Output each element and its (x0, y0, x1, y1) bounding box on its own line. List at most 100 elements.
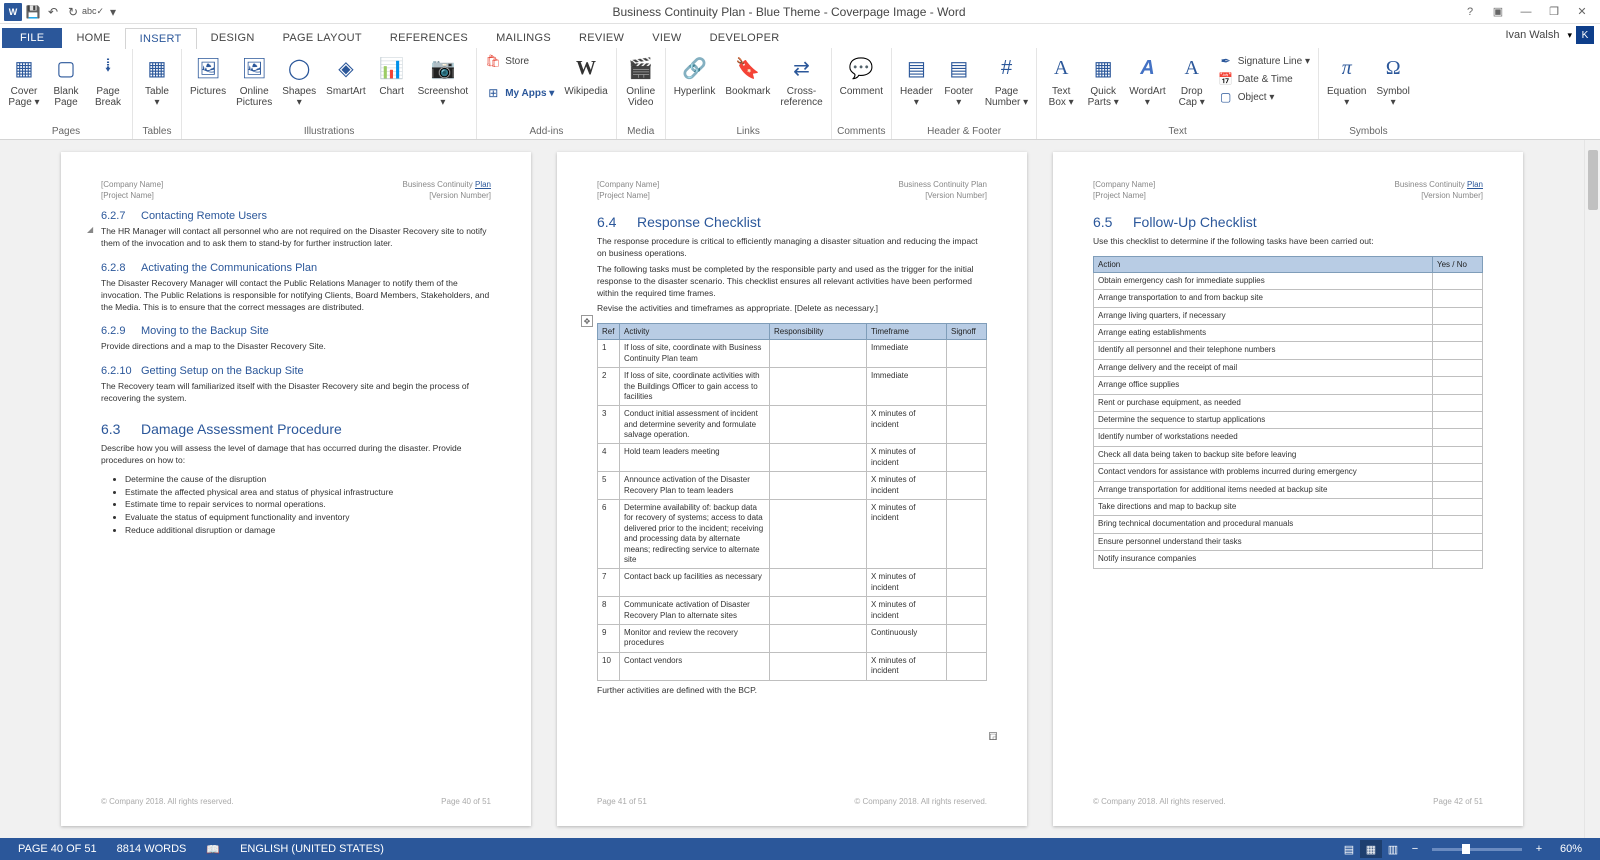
table-cell[interactable]: Hold team leaders meeting (620, 444, 770, 472)
table-cell[interactable] (947, 472, 987, 500)
comment-button[interactable]: 💬Comment (836, 50, 887, 99)
followup-checklist-table[interactable]: ActionYes / NoObtain emergency cash for … (1093, 256, 1483, 569)
zoom-in-button[interactable]: + (1528, 840, 1550, 858)
table-cell[interactable]: X minutes of incident (867, 472, 947, 500)
redo-icon[interactable]: ↻ (64, 3, 82, 21)
word-count[interactable]: 8814 WORDS (107, 843, 197, 855)
table-cell[interactable] (770, 624, 867, 652)
date-time-button[interactable]: 📅Date & Time (1214, 70, 1314, 88)
collapse-icon[interactable]: ◢ (87, 225, 93, 234)
table-cell[interactable]: Arrange delivery and the receipt of mail (1094, 359, 1433, 376)
word-icon[interactable]: W (4, 3, 22, 21)
table-cell[interactable]: Monitor and review the recovery procedur… (620, 624, 770, 652)
table-cell[interactable]: X minutes of incident (867, 406, 947, 444)
table-cell[interactable]: Conduct initial assessment of incident a… (620, 406, 770, 444)
page-break-button[interactable]: ⭭Page Break (88, 50, 128, 110)
table-cell[interactable] (947, 597, 987, 625)
table-cell[interactable] (1433, 481, 1483, 498)
table-cell[interactable]: Arrange living quarters, if necessary (1094, 307, 1433, 324)
object-button[interactable]: ▢Object ▾ (1214, 88, 1314, 106)
table-cell[interactable] (1433, 516, 1483, 533)
tab-view[interactable]: VIEW (638, 28, 695, 48)
blank-page-button[interactable]: ▢Blank Page (46, 50, 86, 110)
table-cell[interactable] (1433, 394, 1483, 411)
page-indicator[interactable]: PAGE 40 OF 51 (8, 843, 107, 855)
table-cell[interactable]: Immediate (867, 368, 947, 406)
page-number-button[interactable]: #Page Number ▾ (981, 50, 1032, 110)
table-cell[interactable] (1433, 464, 1483, 481)
page-40[interactable]: [Company Name]Business Continuity Plan [… (61, 152, 531, 826)
table-cell[interactable]: Identify number of workstations needed (1094, 429, 1433, 446)
table-cell[interactable]: X minutes of incident (867, 597, 947, 625)
print-layout-icon[interactable]: ▦ (1360, 840, 1382, 858)
table-move-handle[interactable]: ✥ (581, 315, 593, 327)
text-box-button[interactable]: AText Box ▾ (1041, 50, 1081, 110)
table-cell[interactable]: 9 (598, 624, 620, 652)
wordart-button[interactable]: AWordArt ▾ (1125, 50, 1170, 110)
minimize-icon[interactable]: — (1516, 4, 1536, 20)
table-cell[interactable]: Continuously (867, 624, 947, 652)
tab-mailings[interactable]: MAILINGS (482, 28, 565, 48)
online-pictures-button[interactable]: 🖼Online Pictures (232, 50, 276, 110)
table-cell[interactable]: Rent or purchase equipment, as needed (1094, 394, 1433, 411)
tab-home[interactable]: HOME (62, 28, 124, 48)
shapes-button[interactable]: ◯Shapes ▾ (278, 50, 320, 110)
table-cell[interactable]: X minutes of incident (867, 569, 947, 597)
table-cell[interactable] (1433, 272, 1483, 289)
table-cell[interactable] (770, 340, 867, 368)
table-cell[interactable]: 4 (598, 444, 620, 472)
table-cell[interactable]: 8 (598, 597, 620, 625)
table-cell[interactable] (947, 368, 987, 406)
table-cell[interactable] (1433, 551, 1483, 568)
table-cell[interactable]: 3 (598, 406, 620, 444)
tab-developer[interactable]: DEVELOPER (696, 28, 794, 48)
table-cell[interactable] (770, 406, 867, 444)
page-42[interactable]: [Company Name]Business Continuity Plan [… (1053, 152, 1523, 826)
table-cell[interactable] (947, 444, 987, 472)
table-cell[interactable]: 2 (598, 368, 620, 406)
table-cell[interactable] (947, 652, 987, 680)
bookmark-button[interactable]: 🔖Bookmark (721, 50, 774, 99)
spelling-icon[interactable]: abc✓ (84, 3, 102, 21)
table-cell[interactable]: Determine the sequence to startup applic… (1094, 412, 1433, 429)
table-cell[interactable] (770, 472, 867, 500)
table-cell[interactable] (770, 500, 867, 569)
table-cell[interactable]: Immediate (867, 340, 947, 368)
table-cell[interactable]: Arrange transportation to and from backu… (1094, 290, 1433, 307)
table-cell[interactable] (1433, 446, 1483, 463)
screenshot-button[interactable]: 📷Screenshot ▾ (414, 50, 473, 110)
table-cell[interactable] (1433, 429, 1483, 446)
table-cell[interactable] (770, 652, 867, 680)
table-cell[interactable]: Arrange eating establishments (1094, 325, 1433, 342)
table-cell[interactable] (947, 340, 987, 368)
table-cell[interactable]: X minutes of incident (867, 444, 947, 472)
table-cell[interactable] (770, 444, 867, 472)
tab-references[interactable]: REFERENCES (376, 28, 482, 48)
table-cell[interactable] (1433, 359, 1483, 376)
header-button[interactable]: ▤Header ▾ (896, 50, 937, 110)
restore-icon[interactable]: ❐ (1544, 4, 1564, 20)
quick-parts-button[interactable]: ▦Quick Parts ▾ (1083, 50, 1123, 110)
table-cell[interactable] (1433, 412, 1483, 429)
table-cell[interactable]: If loss of site, coordinate activities w… (620, 368, 770, 406)
help-icon[interactable]: ? (1460, 4, 1480, 20)
table-cell[interactable] (947, 624, 987, 652)
table-cell[interactable]: Contact vendors (620, 652, 770, 680)
equation-button[interactable]: πEquation ▾ (1323, 50, 1370, 110)
hyperlink-button[interactable]: 🔗Hyperlink (670, 50, 720, 99)
language-indicator[interactable]: ENGLISH (UNITED STATES) (230, 843, 394, 855)
response-checklist-table[interactable]: RefActivityResponsibilityTimeframeSignof… (597, 323, 987, 680)
tab-design[interactable]: DESIGN (197, 28, 269, 48)
tab-insert[interactable]: INSERT (125, 28, 197, 49)
table-cell[interactable]: Announce activation of the Disaster Reco… (620, 472, 770, 500)
table-cell[interactable]: 5 (598, 472, 620, 500)
table-cell[interactable]: Notify insurance companies (1094, 551, 1433, 568)
table-cell[interactable]: Obtain emergency cash for immediate supp… (1094, 272, 1433, 289)
symbol-button[interactable]: ΩSymbol ▾ (1372, 50, 1413, 110)
tab-review[interactable]: REVIEW (565, 28, 638, 48)
online-video-button[interactable]: 🎬Online Video (621, 50, 661, 110)
table-cell[interactable] (1433, 290, 1483, 307)
table-cell[interactable]: Take directions and map to backup site (1094, 498, 1433, 515)
zoom-slider[interactable] (1432, 848, 1522, 851)
zoom-slider-thumb[interactable] (1462, 844, 1470, 854)
